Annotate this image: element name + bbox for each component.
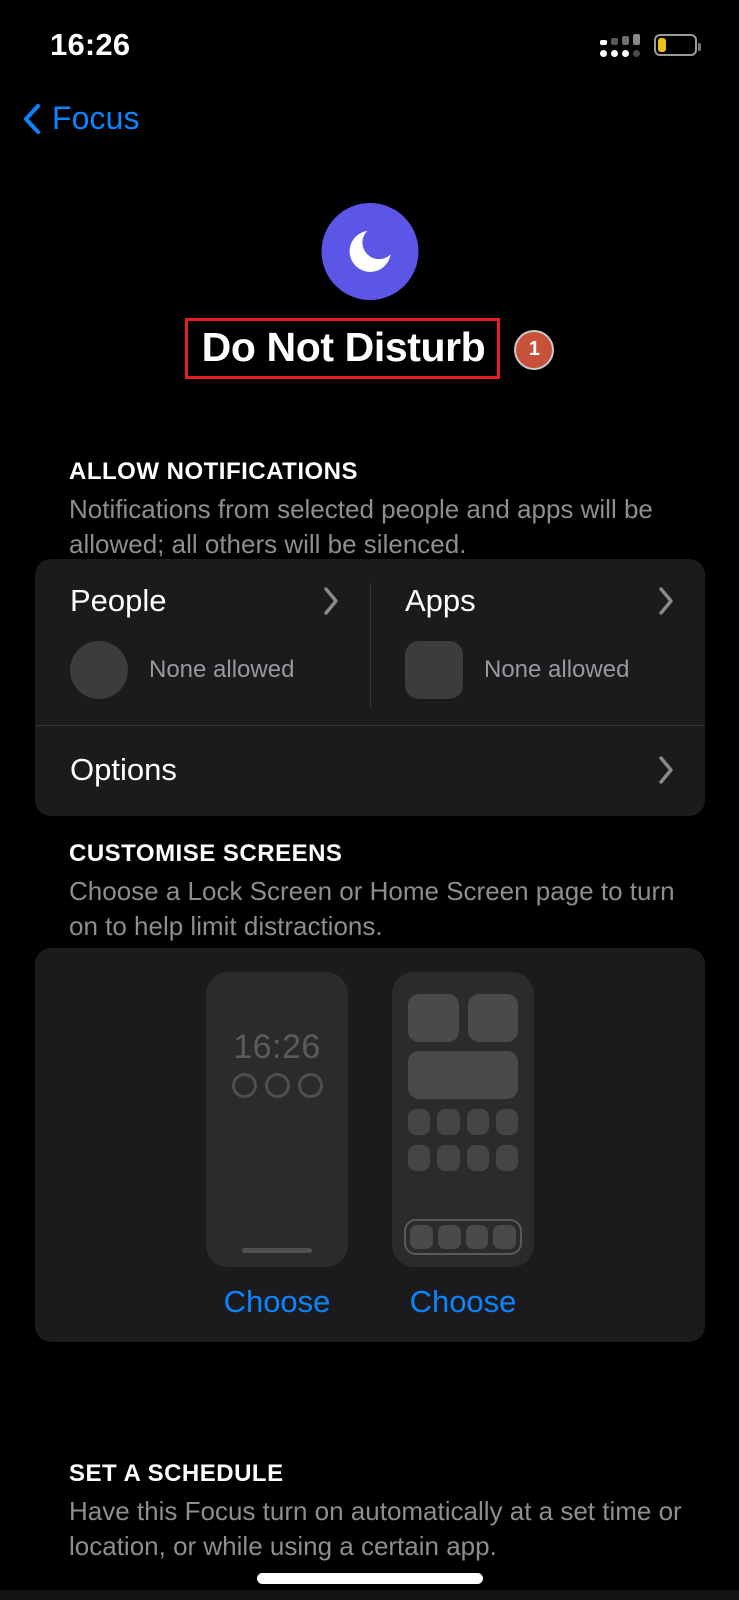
customise-screens-card: 16:26 Choose Choose [35, 948, 705, 1342]
customise-screens-heading: CUSTOMISE SCREENS [69, 840, 343, 867]
set-a-schedule-header: SET A SCHEDULE Have this Focus turn on a… [69, 1460, 689, 1563]
home-screen-preview-column: Choose [392, 972, 534, 1320]
widget-wide-icon [408, 1051, 518, 1099]
apps-row[interactable]: Apps [405, 583, 675, 619]
people-status-row: None allowed [70, 641, 340, 699]
choose-home-screen-button[interactable]: Choose [410, 1284, 517, 1320]
people-apps-grid: People None allowed Apps None allowed [35, 559, 705, 725]
people-status: None allowed [149, 656, 295, 683]
chevron-left-icon [24, 103, 40, 134]
app-icon [466, 1145, 489, 1171]
focus-icon-badge [321, 203, 418, 300]
options-label: Options [70, 752, 177, 787]
widget-square-icon [408, 994, 459, 1042]
apps-status-row: None allowed [405, 641, 675, 699]
chevron-right-icon [324, 587, 338, 615]
home-screen-grid [392, 972, 534, 1171]
allow-notifications-header: ALLOW NOTIFICATIONS Notifications from s… [69, 458, 689, 561]
chevron-right-icon [659, 756, 673, 784]
home-screen-preview[interactable] [392, 972, 534, 1267]
status-badge: 1 [514, 329, 555, 370]
lock-screen-widgets [206, 1073, 348, 1098]
widget-row-large [408, 994, 518, 1042]
app-row [408, 1109, 518, 1135]
lock-screen-preview-column: 16:26 Choose [206, 972, 348, 1320]
person-circle-placeholder [70, 641, 128, 699]
focus-settings-screen: 16:26 Focus Do Not Disturb 1 ALLOW NOTIF… [0, 0, 739, 1600]
people-label: People [70, 583, 167, 618]
page-title: Do Not Disturb [201, 324, 486, 370]
app-icon [408, 1145, 431, 1171]
app-row [408, 1145, 518, 1171]
widget-circle-icon [264, 1073, 290, 1098]
screen-previews: 16:26 Choose Choose [35, 972, 705, 1320]
home-indicator[interactable] [256, 1573, 483, 1584]
apps-status: None allowed [484, 656, 630, 683]
apps-label: Apps [405, 583, 476, 618]
highlight-box: Do Not Disturb [184, 318, 501, 379]
app-icon [495, 1109, 518, 1135]
widget-circle-icon [297, 1073, 323, 1098]
allow-notifications-card: People None allowed Apps None allowed Op… [35, 559, 705, 816]
dock-app-icon [437, 1225, 461, 1249]
moon-icon [349, 230, 391, 272]
lock-screen-preview-time: 16:26 [233, 1028, 321, 1066]
allow-notifications-heading: ALLOW NOTIFICATIONS [69, 458, 359, 485]
battery-low-icon [654, 34, 701, 56]
dock-app-icon [410, 1225, 433, 1249]
customise-screens-header: CUSTOMISE SCREENS Choose a Lock Screen o… [69, 840, 689, 943]
people-cell[interactable]: People None allowed [35, 559, 370, 725]
app-icon [466, 1109, 489, 1135]
apps-cell[interactable]: Apps None allowed [370, 559, 705, 725]
status-bar-indicators [600, 33, 701, 57]
focus-title-row: Do Not Disturb 1 [0, 318, 739, 379]
app-icon [495, 1145, 518, 1171]
app-icon [437, 1145, 460, 1171]
status-bar-time: 16:26 [50, 27, 131, 62]
dock [404, 1219, 522, 1255]
people-row[interactable]: People [70, 583, 340, 619]
back-button[interactable]: Focus [22, 100, 140, 137]
options-row[interactable]: Options [35, 726, 705, 816]
back-button-label: Focus [52, 100, 140, 136]
bottom-edge-strip [0, 1590, 739, 1600]
status-bar: 16:26 [0, 0, 739, 90]
widget-square-icon [467, 994, 518, 1042]
app-icon [437, 1109, 460, 1135]
widget-circle-icon [231, 1073, 257, 1098]
allow-notifications-description: Notifications from selected people and a… [69, 494, 653, 559]
lock-screen-preview[interactable]: 16:26 [206, 972, 348, 1267]
customise-screens-description: Choose a Lock Screen or Home Screen page… [69, 876, 675, 941]
dock-app-icon [465, 1225, 489, 1249]
dock-app-icon [493, 1225, 516, 1249]
app-icon [408, 1109, 431, 1135]
app-square-placeholder [405, 641, 463, 699]
choose-lock-screen-button[interactable]: Choose [224, 1284, 331, 1320]
set-a-schedule-heading: SET A SCHEDULE [69, 1460, 284, 1487]
chevron-right-icon [659, 587, 673, 615]
set-a-schedule-description: Have this Focus turn on automatically at… [69, 1496, 682, 1561]
signal-bars-icon [600, 33, 640, 57]
preview-home-indicator [242, 1248, 312, 1253]
